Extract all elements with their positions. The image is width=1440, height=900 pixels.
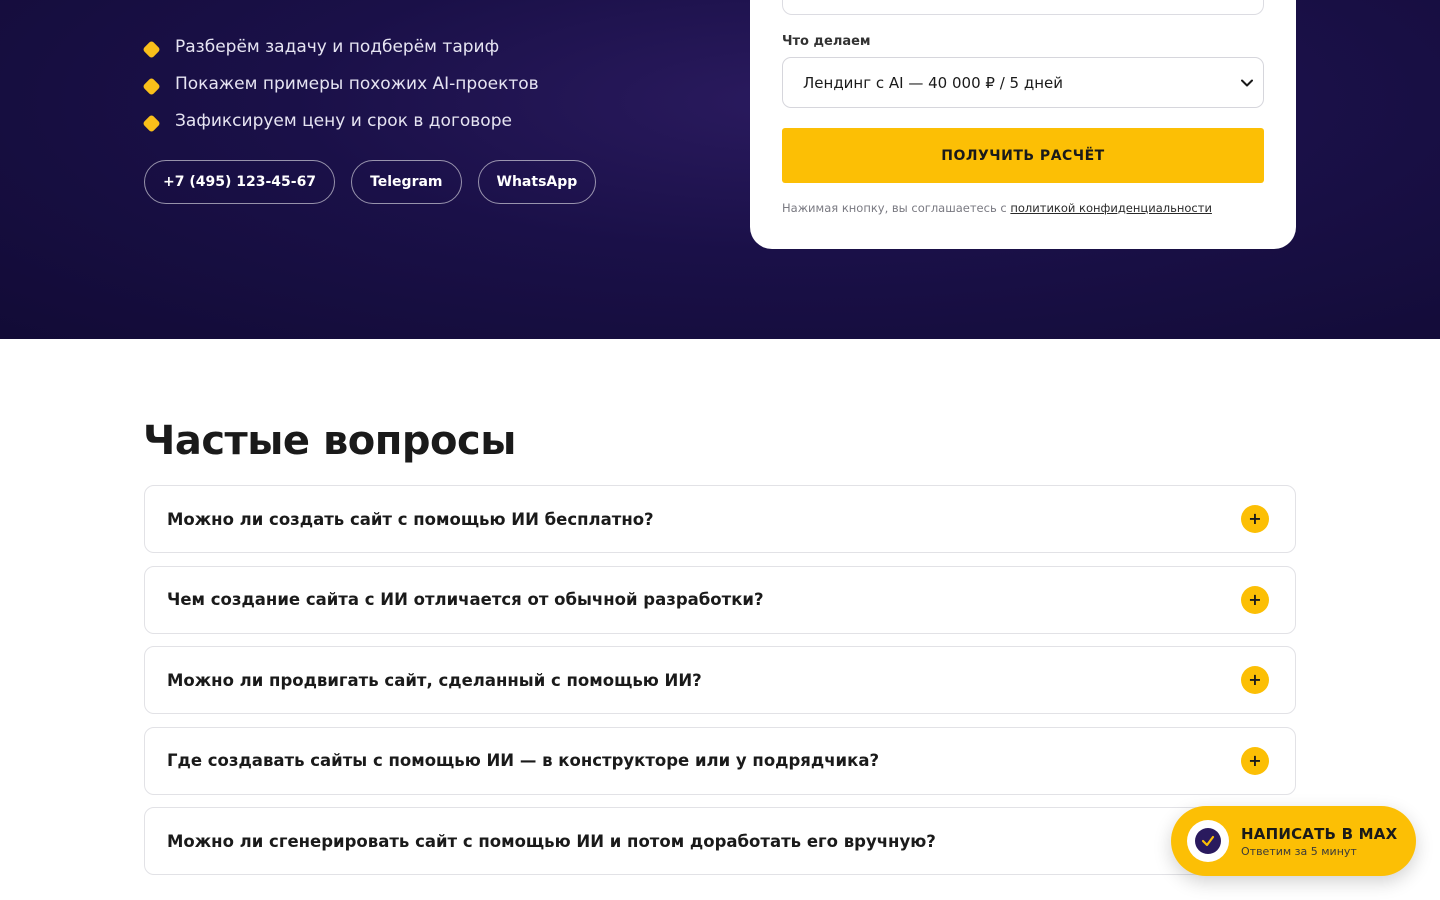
- phone-button[interactable]: +7 (495) 123-45-67: [144, 160, 336, 204]
- faq-item[interactable]: Где создавать сайты с помощью ИИ — в кон…: [144, 726, 1296, 795]
- diamond-bullet-icon: [142, 114, 161, 133]
- plus-icon[interactable]: +: [1241, 666, 1269, 694]
- hero-bullet-text: Зафиксируем цену и срок в договоре: [175, 110, 512, 131]
- faq-question: Чем создание сайта с ИИ отличается от об…: [167, 590, 764, 609]
- faq-item[interactable]: Можно ли создать сайт с помощью ИИ беспл…: [144, 485, 1296, 553]
- chat-subtitle: Ответим за 5 минут: [1241, 844, 1357, 858]
- consent-prefix: Нажимая кнопку, вы соглашаетесь с: [782, 201, 1011, 215]
- consent-text: Нажимая кнопку, вы соглашаетесь с полити…: [782, 201, 1212, 215]
- service-select[interactable]: Лендинг с AI — 40 000 ₽ / 5 дней: [782, 57, 1264, 108]
- service-select-value: Лендинг с AI — 40 000 ₽ / 5 дней: [803, 73, 1063, 92]
- hero-bullet-text: Покажем примеры похожих AI-проектов: [175, 73, 539, 94]
- hero-bullet-text: Разберём задачу и подберём тариф: [175, 36, 500, 57]
- faq-question: Можно ли создать сайт с помощью ИИ беспл…: [167, 509, 654, 529]
- request-form-card: Что делаем Лендинг с AI — 40 000 ₽ / 5 д…: [750, 0, 1296, 249]
- hero-section: Разберём задачу и подберём тариф Покажем…: [0, 0, 1440, 339]
- max-logo-icon: [1195, 828, 1221, 854]
- service-field-label: Что делаем: [782, 34, 871, 49]
- checkmark-icon: [1201, 835, 1215, 847]
- plus-icon[interactable]: +: [1241, 505, 1269, 533]
- faq-item[interactable]: Чем создание сайта с ИИ отличается от об…: [144, 565, 1296, 634]
- faq-item[interactable]: Можно ли сгенерировать сайт с помощью ИИ…: [144, 807, 1296, 875]
- chat-widget-button[interactable]: НАПИСАТЬ В MAX Ответим за 5 минут: [1171, 806, 1416, 876]
- hero-bullets: Разберём задачу и подберём тариф Покажем…: [142, 28, 539, 139]
- diamond-bullet-icon: [142, 77, 161, 96]
- privacy-policy-link[interactable]: политикой конфиденциальности: [1010, 201, 1212, 215]
- chat-title: НАПИСАТЬ В MAX: [1241, 824, 1398, 843]
- faq-question: Можно ли продвигать сайт, сделанный с по…: [167, 670, 702, 690]
- whatsapp-button[interactable]: WhatsApp: [477, 160, 597, 204]
- plus-icon[interactable]: +: [1241, 746, 1269, 775]
- faq-question: Где создавать сайты с помощью ИИ — в кон…: [167, 751, 880, 770]
- hero-bullet: Зафиксируем цену и срок в договоре: [142, 102, 539, 139]
- previous-input-field[interactable]: [782, 0, 1264, 15]
- hero-bullet: Разберём задачу и подберём тариф: [142, 28, 539, 65]
- chat-widget-text: НАПИСАТЬ В MAX Ответим за 5 минут: [1241, 825, 1397, 858]
- telegram-button[interactable]: Telegram: [351, 160, 462, 204]
- faq-title: Частые вопросы: [143, 418, 516, 464]
- get-quote-button[interactable]: ПОЛУЧИТЬ РАСЧЁТ: [782, 128, 1264, 183]
- diamond-bullet-icon: [142, 40, 161, 59]
- max-messenger-icon: [1187, 820, 1229, 862]
- contact-buttons: +7 (495) 123-45-67 Telegram WhatsApp: [144, 160, 597, 204]
- plus-icon[interactable]: +: [1241, 585, 1269, 614]
- faq-question: Можно ли сгенерировать сайт с помощью ИИ…: [167, 831, 936, 851]
- chevron-down-icon: [1241, 79, 1253, 86]
- hero-bullet: Покажем примеры похожих AI-проектов: [142, 65, 539, 102]
- faq-list: Можно ли создать сайт с помощью ИИ беспл…: [144, 485, 1296, 888]
- faq-item[interactable]: Можно ли продвигать сайт, сделанный с по…: [144, 646, 1296, 714]
